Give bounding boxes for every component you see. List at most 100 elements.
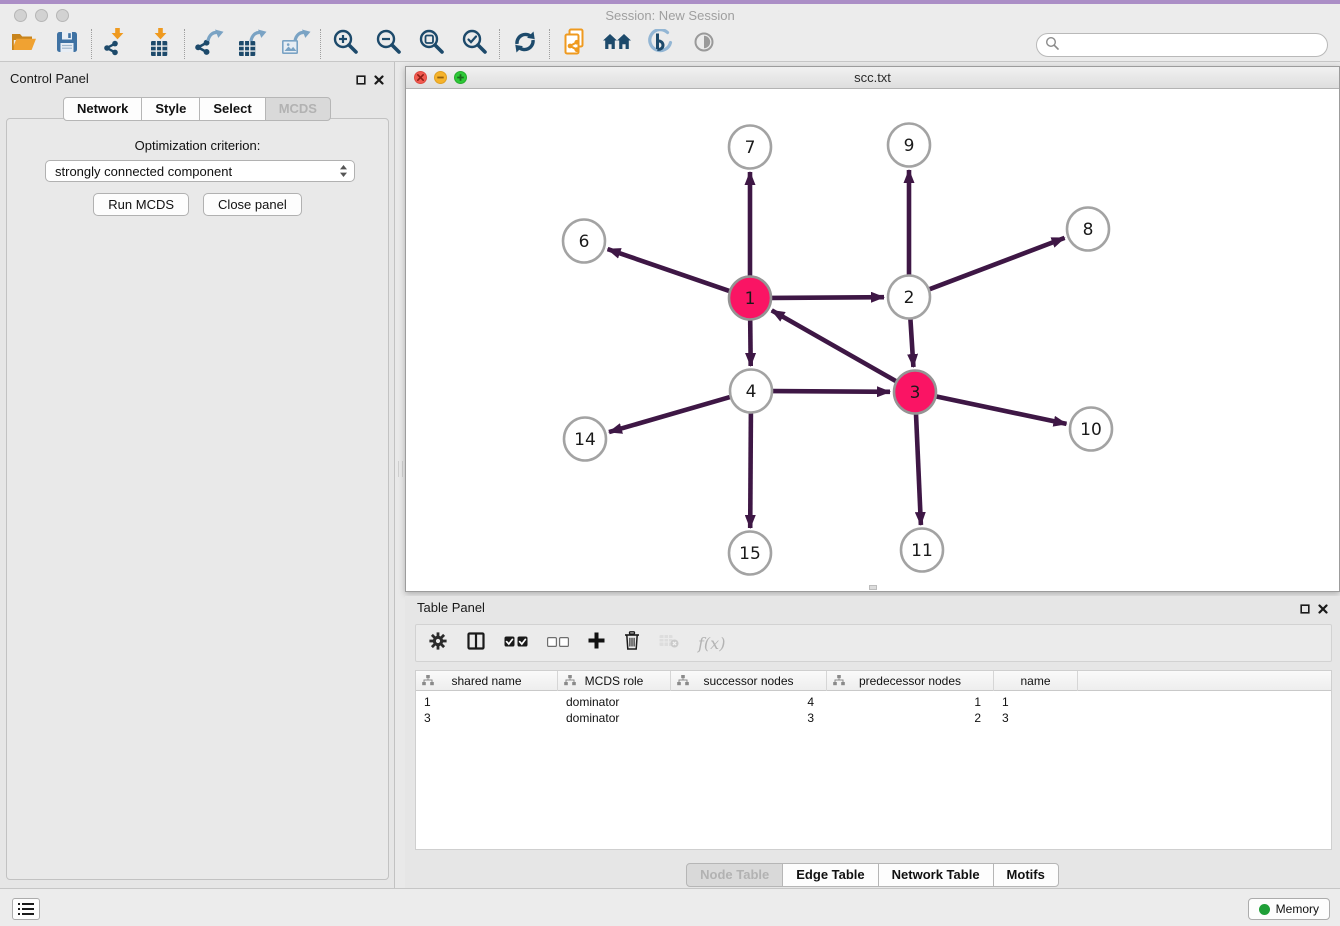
column-header-name[interactable]: name [994, 671, 1078, 691]
table-row[interactable]: 1dominator411 [416, 694, 1331, 710]
graph-node-9[interactable]: 9 [888, 124, 930, 167]
memory-label: Memory [1276, 902, 1319, 916]
table-header-row: shared nameMCDS rolesuccessor nodesprede… [416, 671, 1331, 691]
close-table-panel-icon[interactable] [1318, 602, 1328, 617]
graph-edge-3-10[interactable] [937, 397, 1067, 424]
export-network-button[interactable] [188, 27, 231, 61]
tab-select[interactable]: Select [199, 97, 265, 121]
table-row[interactable]: 3dominator323 [416, 710, 1331, 726]
close-panel-button[interactable]: Close panel [203, 193, 302, 216]
network-from-selection-button[interactable] [553, 27, 596, 61]
cell-name: 3 [994, 711, 1078, 725]
graph-edge-3-1[interactable] [772, 310, 896, 381]
import-table-button[interactable] [138, 27, 181, 61]
column-header-MCDS-role[interactable]: MCDS role [558, 671, 671, 691]
create-column-button[interactable] [588, 632, 605, 654]
optimization-select[interactable]: strongly connected component [45, 160, 355, 182]
cell-predecessor-nodes: 2 [827, 711, 994, 725]
table-tab-node-table[interactable]: Node Table [686, 863, 783, 887]
delete-table-button[interactable] [659, 634, 679, 653]
graph-edge-2-3[interactable] [910, 319, 913, 367]
network-resize-handle[interactable] [869, 585, 877, 590]
column-header-predecessor-nodes[interactable]: predecessor nodes [827, 671, 994, 691]
graph-edge-1-6[interactable] [608, 249, 730, 291]
graph-node-15[interactable]: 15 [729, 532, 771, 575]
graphics-details-button[interactable] [682, 27, 725, 61]
graph-node-10[interactable]: 10 [1070, 408, 1112, 451]
graph-node-2[interactable]: 2 [888, 276, 930, 319]
export-table-button[interactable] [231, 27, 274, 61]
node-label: 11 [911, 541, 933, 561]
tab-network[interactable]: Network [63, 97, 142, 121]
graph-edge-4-15[interactable] [750, 413, 751, 528]
node-table: shared nameMCDS rolesuccessor nodesprede… [415, 670, 1332, 850]
memory-button[interactable]: Memory [1248, 898, 1330, 920]
show-columns-button[interactable] [467, 632, 485, 655]
open-session-button[interactable] [2, 27, 45, 61]
graph-node-11[interactable]: 11 [901, 529, 943, 572]
export-image-button[interactable] [274, 27, 317, 61]
control-panel-title: Control Panel [10, 71, 89, 86]
run-mcds-button[interactable]: Run MCDS [93, 193, 189, 216]
graph-node-14[interactable]: 14 [564, 418, 606, 461]
cell-shared-name: 1 [416, 695, 558, 709]
graph-node-7[interactable]: 7 [729, 126, 771, 169]
first-neighbors-button[interactable] [596, 27, 639, 61]
task-history-button[interactable] [12, 898, 40, 920]
float-table-panel-icon[interactable] [1300, 602, 1310, 617]
table-panel-title: Table Panel [417, 600, 485, 615]
graph-edge-3-11[interactable] [916, 414, 921, 525]
node-label: 14 [574, 430, 596, 450]
panel-splitter[interactable] [398, 461, 403, 477]
network-zoom-button[interactable] [454, 71, 467, 84]
graph-edge-1-4[interactable] [750, 320, 751, 366]
graph-node-3[interactable]: 3 [894, 371, 936, 414]
select-all-columns-button[interactable] [504, 634, 528, 652]
zoom-out-button[interactable] [367, 27, 410, 61]
node-label: 3 [910, 383, 921, 403]
zoom-selected-button[interactable] [453, 27, 496, 61]
column-header-shared-name[interactable]: shared name [416, 671, 558, 691]
network-window-titlebar[interactable]: scc.txt [406, 67, 1339, 89]
column-header-successor-nodes[interactable]: successor nodes [671, 671, 827, 691]
cybrowser-button[interactable] [639, 27, 682, 61]
table-mode-button[interactable] [428, 631, 448, 656]
network-minimize-button[interactable] [434, 71, 447, 84]
show-columns-icon [467, 632, 485, 655]
delete-columns-button[interactable] [624, 631, 640, 655]
tab-style[interactable]: Style [141, 97, 200, 121]
graph-node-6[interactable]: 6 [563, 220, 605, 263]
cell-successor-nodes: 4 [671, 695, 827, 709]
refresh-network-button[interactable] [503, 27, 546, 61]
table-tab-network-table[interactable]: Network Table [878, 863, 994, 887]
save-session-button[interactable] [45, 27, 88, 61]
table-tab-motifs[interactable]: Motifs [993, 863, 1059, 887]
graph-edge-4-3[interactable] [773, 391, 890, 392]
column-tree-icon [833, 675, 845, 689]
application-window: Session: New Session Control Panel Netwo… [0, 0, 1340, 926]
tab-mcds[interactable]: MCDS [265, 97, 331, 121]
graph-edge-2-8[interactable] [930, 238, 1065, 289]
search-box [1036, 33, 1328, 57]
node-label: 9 [904, 136, 915, 156]
node-label: 2 [904, 288, 915, 308]
toolbar-separator [499, 29, 500, 59]
network-close-button[interactable] [414, 71, 427, 84]
zoom-in-button[interactable] [324, 27, 367, 61]
graph-edge-1-2[interactable] [772, 297, 884, 298]
function-builder-icon: f(x) [698, 634, 725, 653]
import-network-button[interactable] [95, 27, 138, 61]
graph-node-4[interactable]: 4 [730, 370, 772, 413]
network-canvas[interactable]: 7 9 6 8 1 2 4 3 14 10 15 11 [406, 89, 1339, 591]
column-tree-icon [677, 675, 689, 689]
graph-node-1[interactable]: 1 [729, 277, 771, 320]
unselect-all-columns-button[interactable] [547, 634, 569, 652]
close-panel-icon[interactable] [374, 73, 384, 88]
function-builder-button[interactable]: f(x) [698, 634, 725, 653]
table-tab-edge-table[interactable]: Edge Table [782, 863, 878, 887]
zoom-fit-button[interactable] [410, 27, 453, 61]
graph-node-8[interactable]: 8 [1067, 208, 1109, 251]
search-input[interactable] [1063, 36, 1327, 54]
graph-edge-4-14[interactable] [609, 397, 730, 432]
float-panel-icon[interactable] [356, 73, 366, 88]
